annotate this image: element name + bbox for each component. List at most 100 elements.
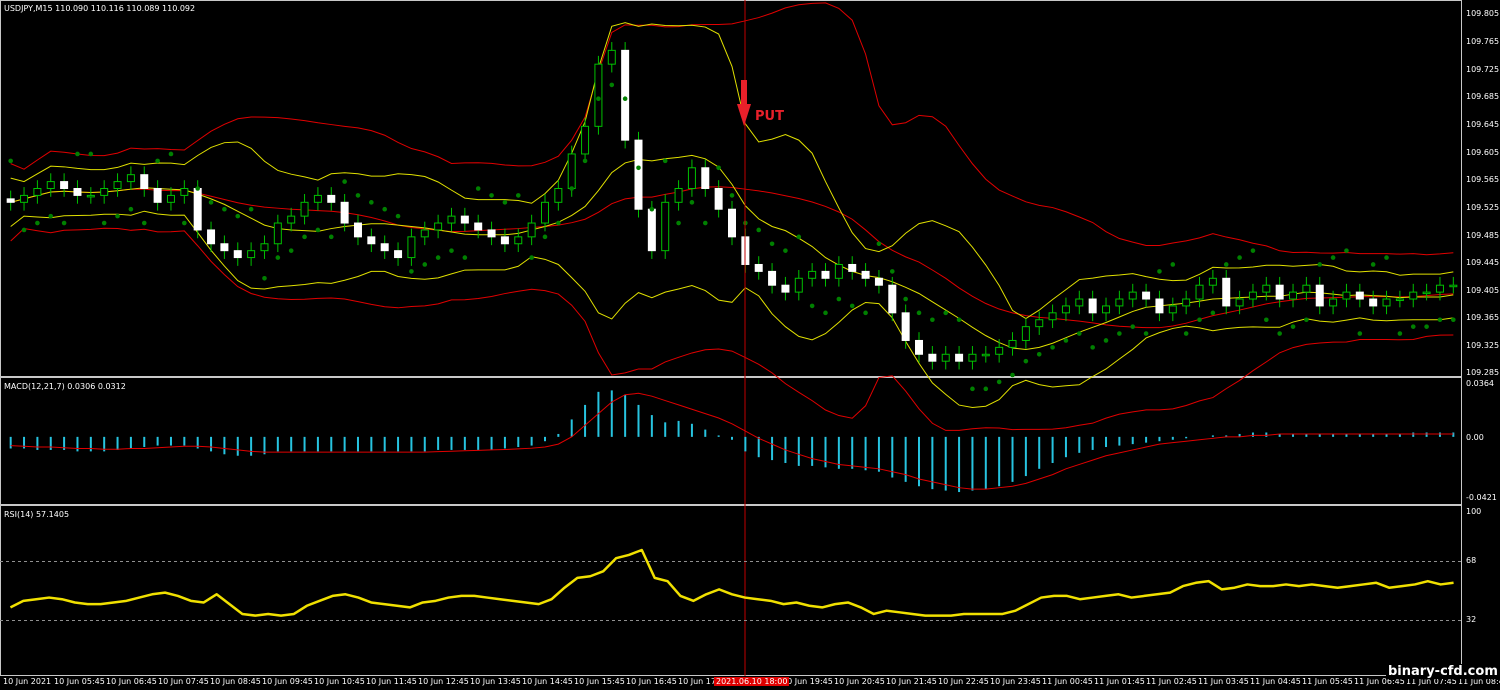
candle-bull	[1235, 298, 1244, 307]
time-tick: 10 Jun 15:45	[574, 677, 625, 686]
candle-bear	[500, 236, 509, 245]
candle-bear	[1355, 291, 1364, 300]
candle-bull	[1021, 326, 1030, 341]
candle-bull	[981, 353, 990, 357]
sar-dot	[876, 241, 882, 247]
candle-bull	[247, 250, 256, 259]
sar-dot	[676, 220, 681, 226]
macd-axis[interactable]: 0.0364 0.00 -0.0421	[1462, 377, 1500, 505]
candle-bull	[1409, 291, 1418, 300]
sar-dot	[836, 296, 842, 302]
time-tick: 10 Jun 11:45	[366, 677, 417, 686]
sar-dot	[35, 220, 40, 226]
sar-dot	[1063, 338, 1069, 343]
sar-dot	[1143, 331, 1149, 336]
sar-dot	[1357, 331, 1363, 336]
sar-dot	[502, 200, 508, 205]
candle-bull	[86, 194, 95, 198]
candle-bear	[220, 243, 229, 252]
sar-dot	[208, 200, 214, 205]
candle-bear	[367, 236, 376, 245]
price-tick: 109.605	[1466, 148, 1500, 157]
candle-bear	[1155, 298, 1164, 314]
sar-dot	[1424, 324, 1429, 329]
sar-dot	[302, 234, 307, 240]
sar-dot	[622, 96, 628, 102]
candle-bear	[353, 222, 362, 238]
sar-dot	[1264, 317, 1269, 323]
candle-bull	[1168, 305, 1177, 314]
sar-dot	[849, 303, 855, 309]
candle-bear	[768, 270, 777, 286]
candle-bear	[848, 263, 857, 272]
time-tick: 11 Jun 02:45	[1146, 677, 1197, 686]
candle-bear	[955, 353, 964, 362]
sar-dot	[889, 269, 895, 274]
sar-dot	[1290, 324, 1296, 329]
price-tick: 109.525	[1466, 203, 1500, 212]
price-tick: 109.485	[1466, 231, 1500, 240]
candle-bear	[460, 215, 469, 224]
macd-tick: -0.0421	[1466, 493, 1497, 502]
candle-bear	[394, 250, 403, 259]
sar-dot	[1023, 358, 1029, 364]
time-tick: 10 Jun 20:45	[834, 677, 885, 686]
candle-bull	[1449, 284, 1458, 288]
chart-canvas[interactable]	[0, 0, 1500, 690]
time-tick: 10 Jun 08:45	[210, 677, 261, 686]
time-tick: 11 Jun 00:45	[1042, 677, 1093, 686]
time-tick: 11 Jun 05:45	[1302, 677, 1353, 686]
sar-dot	[475, 186, 481, 191]
price-tick: 109.685	[1466, 92, 1500, 101]
rsi-axis[interactable]: 100 68 32	[1462, 505, 1500, 676]
candle-bull	[514, 236, 523, 245]
candle-bull	[1061, 305, 1070, 314]
candle-bull	[674, 188, 683, 203]
sar-dot	[863, 310, 868, 316]
sar-dot	[1304, 317, 1309, 323]
candle-bear	[928, 353, 937, 362]
time-tick: 10 Jun 23:45	[990, 677, 1041, 686]
time-tick: 10 Jun 09:45	[262, 677, 313, 686]
candle-bear	[6, 198, 15, 203]
macd-tick: 0.0364	[1466, 379, 1494, 388]
price-axis[interactable]: 109.805 109.765 109.725 109.685 109.645 …	[1462, 0, 1500, 377]
sar-dot	[983, 386, 989, 392]
candle-bear	[380, 243, 389, 252]
candle-bull	[100, 188, 109, 196]
candle-bull	[1008, 339, 1017, 348]
sar-dot	[796, 234, 802, 240]
sar-dot	[1103, 338, 1109, 343]
sar-dot	[395, 213, 401, 219]
sar-dot	[956, 317, 962, 323]
macd-signal-line	[10, 392, 1454, 490]
candle-bull	[995, 346, 1004, 355]
candle-bull	[434, 222, 443, 231]
time-tick: 10 Jun 16:45	[626, 677, 677, 686]
candle-bull	[1329, 298, 1338, 307]
sar-dot	[141, 220, 147, 226]
sar-dot	[462, 255, 468, 260]
sar-dot	[128, 206, 134, 212]
price-pane-title: USDJPY,M15 110.090 110.116 110.089 110.0…	[4, 4, 196, 13]
time-tick: 10 Jun 12:45	[418, 677, 469, 686]
candle-bear	[73, 188, 82, 196]
candle-bull	[567, 153, 576, 190]
candle-bull	[113, 181, 122, 189]
price-tick: 109.565	[1466, 175, 1500, 184]
bb-inner-middle	[10, 154, 1454, 350]
sar-dot	[1397, 331, 1403, 336]
candle-bear	[193, 188, 202, 231]
rsi-tick: 68	[1466, 556, 1477, 565]
sar-dot	[315, 227, 321, 233]
sar-dot	[1210, 310, 1216, 316]
price-tick: 109.725	[1466, 65, 1500, 74]
sar-dot	[489, 193, 494, 198]
sar-dot	[288, 248, 294, 253]
candle-bull	[941, 353, 950, 362]
sar-dot	[716, 165, 721, 171]
time-tick: 10 Jun 10:45	[314, 677, 365, 686]
sar-dot	[515, 193, 521, 198]
sar-dot	[1277, 331, 1282, 336]
time-tick: 10 Jun 05:45	[54, 677, 105, 686]
